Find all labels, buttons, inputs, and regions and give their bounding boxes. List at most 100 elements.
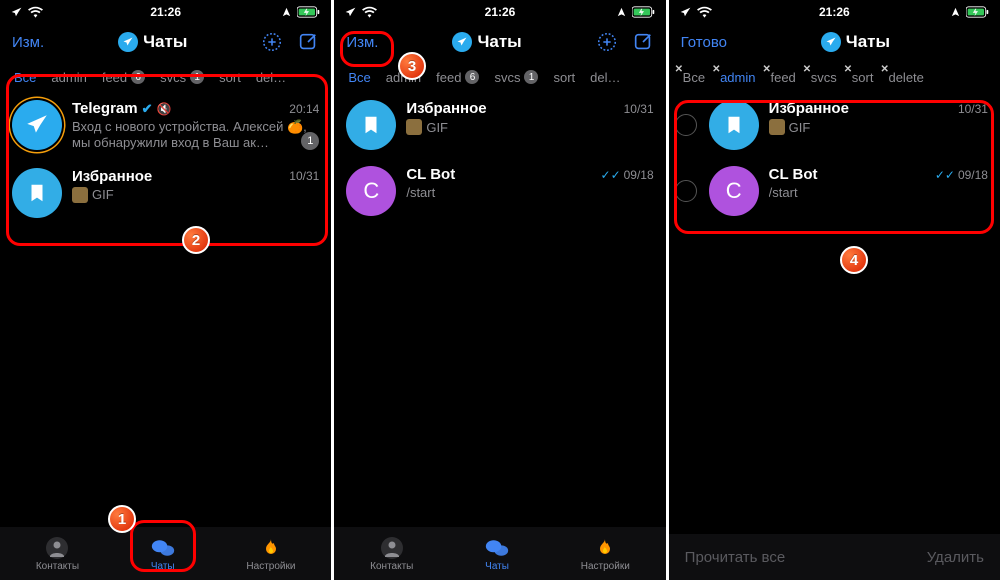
select-circle[interactable]	[675, 114, 697, 136]
close-icon[interactable]: ✕	[880, 64, 888, 75]
tabbar-contacts[interactable]: Контакты	[370, 536, 413, 572]
close-icon[interactable]: ✕	[762, 64, 770, 75]
chat-avatar[interactable]	[12, 100, 62, 150]
status-time: 21:26	[334, 5, 665, 19]
chat-timestamp: 10/31	[958, 102, 988, 116]
chat-name: Telegram✔︎🔇	[72, 100, 171, 117]
chat-row[interactable]: Избранное 10/31 GIF	[669, 92, 1000, 158]
folder-tab[interactable]: feed 6	[436, 70, 479, 85]
chat-preview: GIF	[72, 187, 319, 203]
header-actions	[984, 34, 988, 51]
phone-screen: 21:26 Изм. Чаты Все admin feed6 svcs1 sortde…	[0, 0, 331, 580]
tab-label: Все	[683, 70, 705, 85]
edit-button[interactable]: Изм.	[346, 34, 378, 51]
gif-thumb-icon	[769, 119, 785, 135]
folder-tab[interactable]: admin	[51, 70, 86, 85]
select-circle[interactable]	[675, 180, 697, 202]
gif-thumb-icon	[406, 119, 422, 135]
telegram-logo-icon	[821, 32, 841, 52]
chat-row[interactable]: C CL Bot ✓✓09/18 /start	[669, 158, 1000, 224]
header-actions	[596, 31, 654, 53]
chat-avatar[interactable]	[346, 100, 396, 150]
contacts-icon	[45, 536, 69, 560]
chat-name: Избранное	[72, 168, 152, 185]
folder-tab[interactable]: admin	[386, 70, 421, 85]
close-icon[interactable]: ✕	[803, 64, 811, 75]
folder-tab[interactable]: del…	[256, 70, 286, 85]
folder-tab[interactable]: ✕feed	[770, 70, 795, 85]
chat-preview: GIF	[769, 119, 988, 135]
phone-screen: 21:26 Готово Чаты ✕Все✕admin✕feed✕svcs✕s…	[669, 0, 1000, 580]
tab-bar: Контакты Чаты Настройки	[334, 526, 665, 580]
unread-badge: 1	[301, 132, 319, 150]
folder-tab[interactable]: ✕sort	[852, 70, 874, 85]
chat-row[interactable]: Telegram✔︎🔇 20:14 Вход с нового устройст…	[0, 92, 331, 160]
tab-label: svcs	[494, 70, 520, 85]
tab-count: 6	[465, 70, 479, 84]
tab-label: feed	[436, 70, 461, 85]
tabbar-label: Чаты	[485, 561, 509, 572]
tab-label: del…	[256, 70, 286, 85]
new-folder-icon[interactable]	[261, 31, 283, 53]
tab-label: del…	[590, 70, 620, 85]
compose-icon[interactable]	[632, 31, 654, 53]
folder-tab[interactable]: svcs1	[160, 70, 204, 85]
tabbar-label: Чаты	[151, 561, 175, 572]
edit-button[interactable]: Готово	[681, 34, 727, 51]
tab-label: admin	[51, 70, 86, 85]
header-title: Чаты	[118, 32, 187, 52]
folder-tab[interactable]: svcs1	[494, 70, 538, 85]
chat-name: CL Bot	[406, 166, 455, 183]
tabbar-settings[interactable]: Настройки	[581, 536, 630, 572]
chat-name: Избранное	[406, 100, 486, 117]
chat-list: Избранное 10/31 GIF C CL Bot ✓✓09/18 /st…	[334, 92, 665, 224]
close-icon[interactable]: ✕	[675, 64, 683, 75]
header-actions	[261, 31, 319, 53]
new-folder-icon[interactable]	[596, 31, 618, 53]
status-bar: 21:26	[669, 0, 1000, 22]
chat-avatar[interactable]: C	[346, 166, 396, 216]
chat-timestamp: ✓✓09/18	[601, 168, 654, 182]
header: Готово Чаты	[669, 22, 1000, 62]
read-all-button[interactable]: Прочитать все	[685, 549, 786, 566]
tabbar-settings[interactable]: Настройки	[246, 536, 295, 572]
chat-avatar[interactable]	[709, 100, 759, 150]
close-icon[interactable]: ✕	[844, 64, 852, 75]
tabbar-chats[interactable]: Чаты	[485, 536, 509, 572]
folder-tab[interactable]: feed6	[102, 70, 145, 85]
folder-tab[interactable]: ✕Все	[683, 70, 705, 85]
folder-tabs: Все admin feed 6 svcs1 sort del…	[334, 62, 665, 92]
chats-icon	[485, 536, 509, 560]
tab-label: sort	[553, 70, 575, 85]
chat-row[interactable]: Избранное 10/31 GIF	[334, 92, 665, 158]
status-bar: 21:26	[334, 0, 665, 22]
folder-tab[interactable]: ✕svcs	[811, 70, 837, 85]
tabbar-chats[interactable]: Чаты	[151, 536, 175, 572]
edit-button[interactable]: Изм.	[12, 34, 44, 51]
chat-timestamp: ✓✓09/18	[935, 168, 988, 182]
compose-icon[interactable]	[297, 31, 319, 53]
folder-tab[interactable]: sort	[219, 70, 241, 85]
folder-tab[interactable]: Все	[348, 70, 370, 85]
folder-tab[interactable]: Все	[14, 70, 36, 85]
tab-label: Все	[14, 70, 36, 85]
folder-tab[interactable]: ✕delete	[888, 70, 923, 85]
tab-count: 1	[190, 70, 204, 84]
folder-tab[interactable]: sort	[553, 70, 575, 85]
chat-avatar[interactable]	[12, 168, 62, 218]
folder-tab[interactable]: ✕admin	[720, 70, 755, 85]
chat-list: Избранное 10/31 GIF C CL Bot ✓✓09/18 /st…	[669, 92, 1000, 224]
chat-preview: /start	[406, 185, 653, 200]
delete-button[interactable]: Удалить	[927, 549, 984, 566]
tabbar-label: Настройки	[246, 561, 295, 572]
title-text: Чаты	[846, 32, 890, 52]
edit-toolbar: Прочитать все Удалить	[669, 534, 1000, 580]
close-icon[interactable]: ✕	[712, 64, 720, 75]
folder-tab[interactable]: del…	[590, 70, 620, 85]
chat-row[interactable]: C CL Bot ✓✓09/18 /start	[334, 158, 665, 224]
chat-row[interactable]: Избранное 10/31 GIF	[0, 160, 331, 226]
status-time: 21:26	[0, 5, 331, 19]
tabbar-contacts[interactable]: Контакты	[36, 536, 79, 572]
chat-avatar[interactable]: C	[709, 166, 759, 216]
tab-label: Все	[348, 70, 370, 85]
